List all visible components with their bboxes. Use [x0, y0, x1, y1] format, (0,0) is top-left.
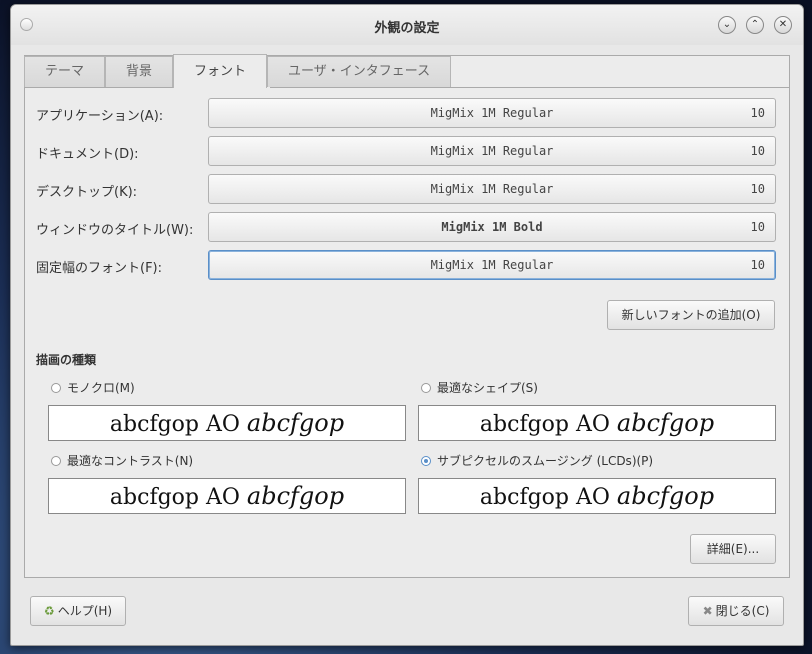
help-button[interactable]: ♻ ヘルプ(H): [30, 596, 126, 626]
sample-italic-text: abcfgop: [246, 482, 345, 510]
appearance-settings-window: 外観の設定 ⌄ ⌃ ✕ テーマ 背景 フォント ユーザ・インタフェース アプリケ…: [10, 4, 804, 646]
radio-best-contrast[interactable]: 最適なコントラスト(N): [51, 452, 193, 469]
radio-subpixel-smoothing[interactable]: サブピクセルのスムージング (LCDs)(P): [421, 452, 653, 469]
font-button-monospace[interactable]: MigMix 1M Regular 10: [208, 250, 776, 280]
font-label-window-title: ウィンドウのタイトル(W):: [36, 223, 194, 238]
details-button[interactable]: 詳細(E)...: [690, 534, 776, 564]
font-size: 10: [750, 220, 765, 234]
radio-indicator: [51, 456, 61, 466]
font-name: MigMix 1M Regular: [430, 106, 554, 120]
font-button-desktop[interactable]: MigMix 1M Regular 10: [208, 174, 776, 204]
sample-best-contrast: abcfgop AO abcfgop: [48, 478, 406, 514]
sample-italic-text: abcfgop: [616, 482, 715, 510]
font-size: 10: [750, 106, 765, 120]
font-button-window-title[interactable]: MigMix 1M Bold 10: [208, 212, 776, 242]
font-label-desktop: デスクトップ(K):: [36, 185, 138, 200]
sample-regular-text: abcfgop AO: [109, 412, 247, 437]
font-label-document: ドキュメント(D):: [36, 147, 139, 162]
radio-label: サブピクセルのスムージング (LCDs)(P): [437, 454, 654, 468]
close-window-button[interactable]: ✕: [774, 16, 792, 34]
close-x-icon: ✖: [702, 604, 713, 618]
tab-divider: [24, 87, 174, 88]
radio-label: 最適なコントラスト(N): [67, 454, 194, 468]
close-button[interactable]: ✖ 閉じる(C): [688, 596, 784, 626]
help-button-label: ヘルプ(H): [57, 604, 113, 618]
font-size: 10: [750, 182, 765, 196]
radio-label: 最適なシェイプ(S): [437, 381, 538, 395]
minimize-button[interactable]: ⌄: [718, 16, 736, 34]
radio-best-shapes[interactable]: 最適なシェイプ(S): [421, 379, 538, 396]
tab-divider: [270, 87, 790, 88]
radio-indicator: [51, 383, 61, 393]
sample-italic-text: abcfgop: [616, 409, 715, 437]
tab-user-interface[interactable]: ユーザ・インタフェース: [267, 56, 452, 87]
tab-theme[interactable]: テーマ: [24, 56, 106, 87]
sample-monochrome: abcfgop AO abcfgop: [48, 405, 406, 441]
help-lifebuoy-icon: ♻: [43, 604, 55, 618]
font-size: 10: [750, 144, 765, 158]
sample-regular-text: abcfgop AO: [109, 485, 247, 510]
title-bar: 外観の設定 ⌄ ⌃ ✕: [11, 5, 803, 45]
radio-monochrome[interactable]: モノクロ(M): [51, 379, 135, 396]
font-name: MigMix 1M Regular: [430, 258, 554, 272]
radio-indicator: [421, 456, 431, 466]
font-size: 10: [750, 258, 765, 272]
sample-subpixel-smoothing: abcfgop AO abcfgop: [418, 478, 776, 514]
sample-best-shapes: abcfgop AO abcfgop: [418, 405, 776, 441]
close-button-label: 閉じる(C): [715, 604, 770, 618]
rendering-section-title: 描画の種類: [36, 353, 97, 367]
tab-bar: テーマ 背景 フォント ユーザ・インタフェース: [24, 54, 452, 88]
tab-background[interactable]: 背景: [105, 56, 174, 87]
maximize-button[interactable]: ⌃: [746, 16, 764, 34]
window-title: 外観の設定: [374, 21, 440, 36]
radio-label: モノクロ(M): [67, 381, 135, 395]
font-button-document[interactable]: MigMix 1M Regular 10: [208, 136, 776, 166]
font-name: MigMix 1M Regular: [430, 144, 554, 158]
font-label-application: アプリケーション(A):: [36, 109, 164, 124]
sample-regular-text: abcfgop AO: [479, 412, 617, 437]
add-font-button[interactable]: 新しいフォントの追加(O): [607, 300, 775, 330]
font-button-application[interactable]: MigMix 1M Regular 10: [208, 98, 776, 128]
tab-fonts[interactable]: フォント: [173, 54, 268, 88]
font-label-monospace: 固定幅のフォント(F):: [36, 261, 163, 276]
radio-indicator: [421, 383, 431, 393]
sample-regular-text: abcfgop AO: [479, 485, 617, 510]
sample-italic-text: abcfgop: [246, 409, 345, 437]
font-name: MigMix 1M Regular: [430, 182, 554, 196]
font-name: MigMix 1M Bold: [441, 220, 543, 234]
